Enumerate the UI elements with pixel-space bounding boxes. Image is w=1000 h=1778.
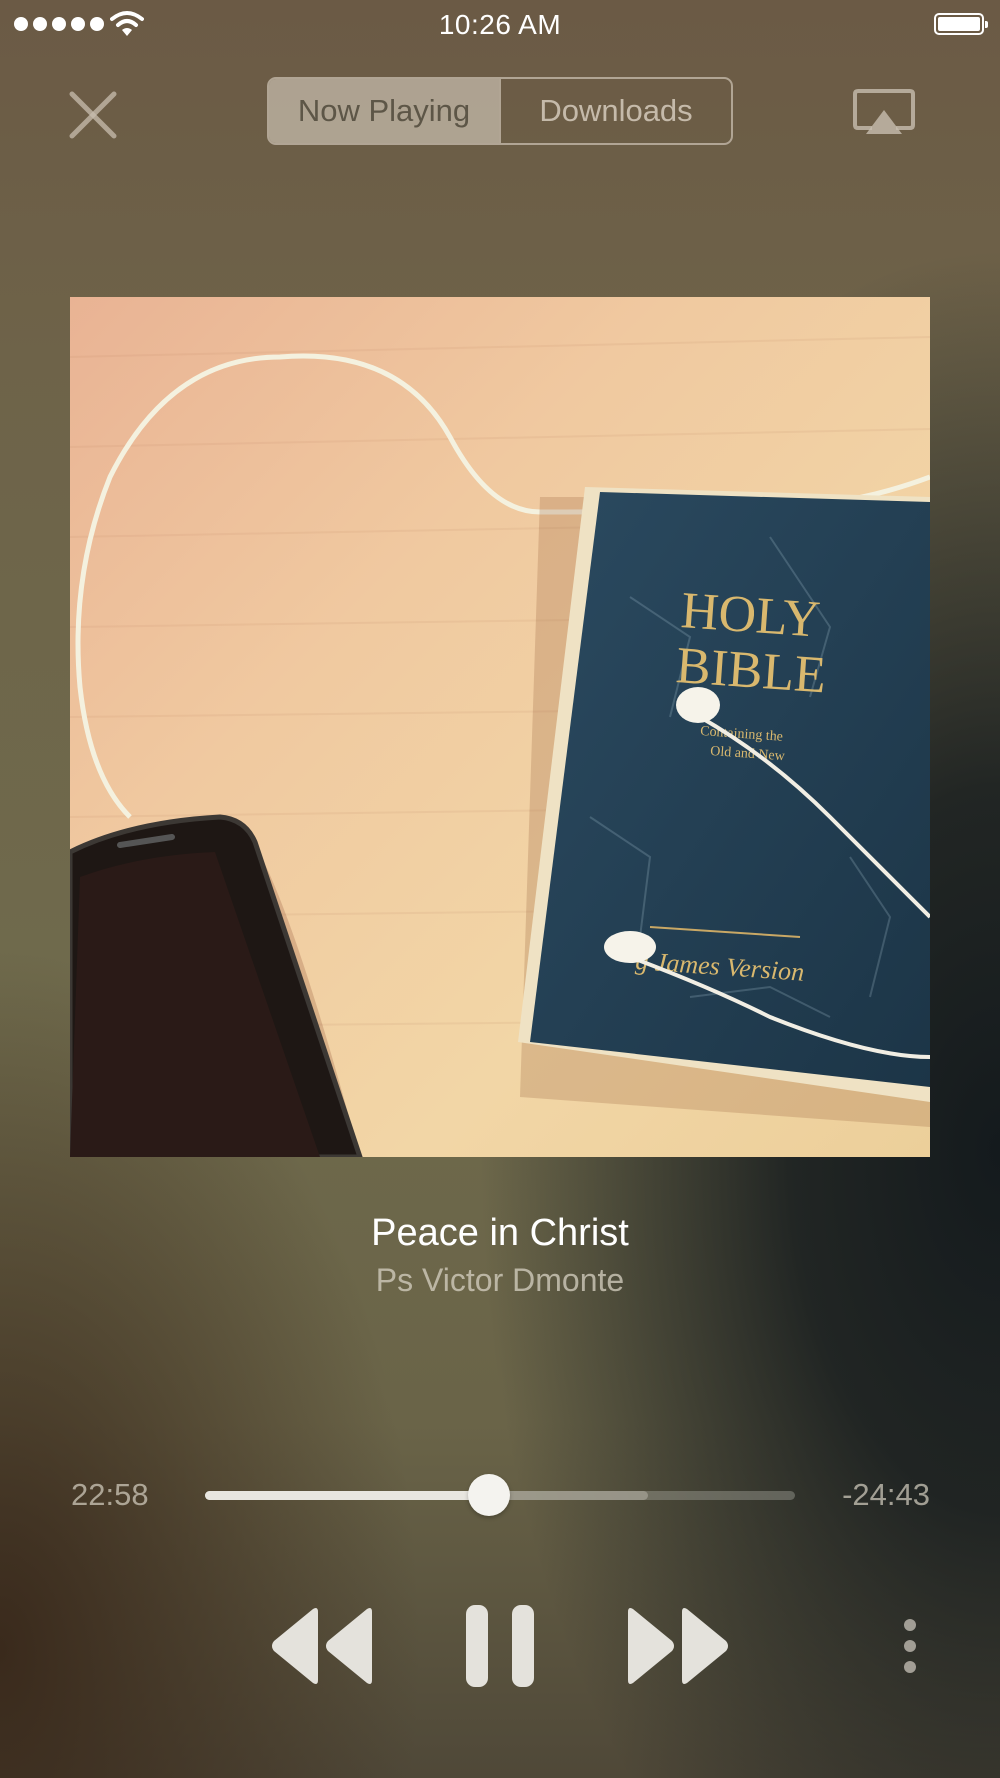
remaining-time: -24:43 <box>842 1477 930 1512</box>
scrubber-thumb[interactable] <box>468 1474 511 1516</box>
battery-full-icon <box>934 13 988 35</box>
airplay-icon[interactable] <box>852 88 916 136</box>
view-segmented-control: Now Playing Downloads <box>267 77 733 145</box>
progress-slider[interactable] <box>205 1474 795 1516</box>
track-title: Peace in Christ <box>371 1212 629 1254</box>
elapsed-time: 22:58 <box>71 1477 149 1512</box>
status-time: 10:26 AM <box>438 9 562 40</box>
pause-icon[interactable] <box>466 1605 534 1687</box>
tab-now-playing[interactable]: Now Playing <box>269 79 499 143</box>
track-artist: Ps Victor Dmonte <box>375 1262 625 1298</box>
album-artwork: HOLY BIBLE Containing the Old and New g … <box>70 297 930 1157</box>
fast-forward-icon[interactable] <box>624 1606 730 1686</box>
artwork-image: HOLY BIBLE Containing the Old and New g … <box>70 297 930 1157</box>
close-icon[interactable] <box>66 88 120 142</box>
status-bar: 10:26 AM <box>0 0 1000 50</box>
tab-downloads[interactable]: Downloads <box>499 79 731 143</box>
played-bar <box>205 1491 490 1500</box>
more-vertical-icon[interactable] <box>892 1618 928 1674</box>
rewind-icon[interactable] <box>270 1606 376 1686</box>
